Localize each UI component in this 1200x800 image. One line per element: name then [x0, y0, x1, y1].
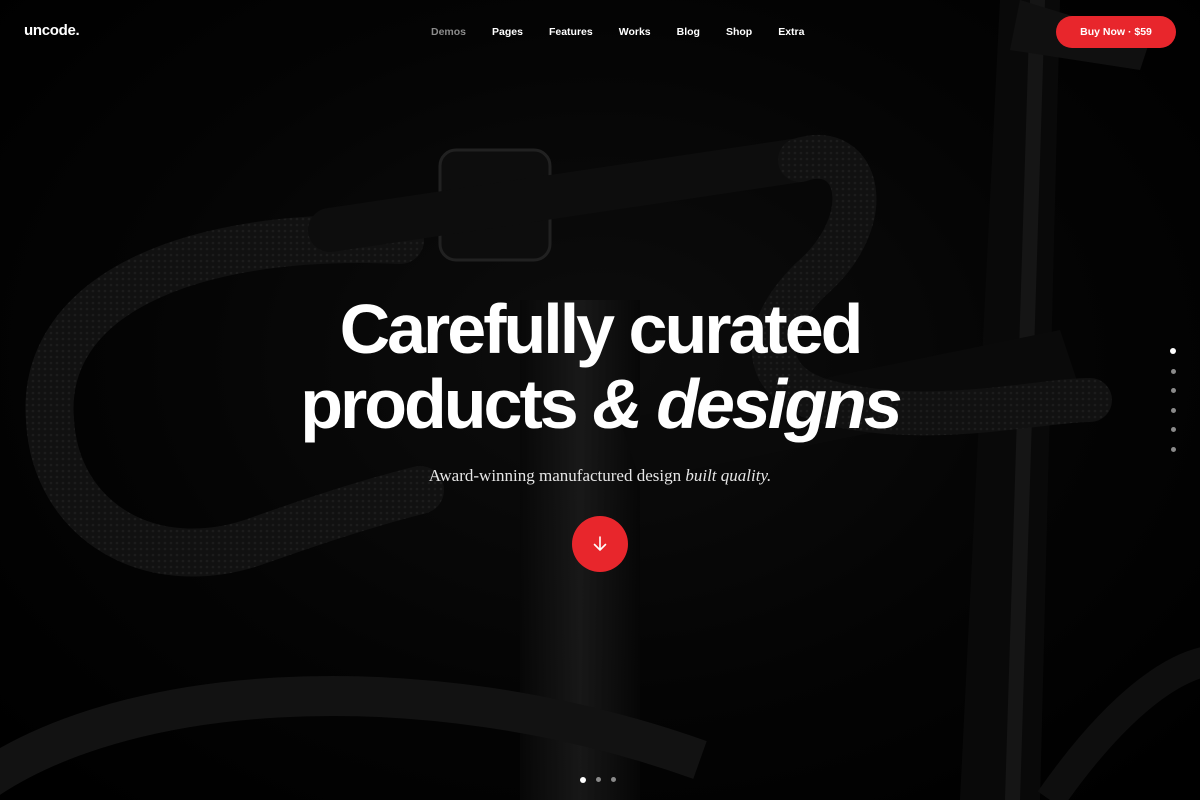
- nav-item-extra[interactable]: Extra: [765, 24, 817, 40]
- subtitle-emphasis: built quality.: [685, 466, 772, 485]
- hero-subtitle: Award-winning manufactured design built …: [0, 466, 1200, 486]
- side-dot[interactable]: [1170, 407, 1176, 413]
- nav-item-shop[interactable]: Shop: [713, 24, 765, 40]
- side-dot[interactable]: [1170, 368, 1176, 374]
- slide-dot[interactable]: [596, 777, 601, 782]
- nav-item-features[interactable]: Features: [536, 24, 606, 40]
- hero-headline: Carefully curated products & designs: [0, 292, 1200, 442]
- site-header: uncode. Demos Pages Features Works Blog …: [0, 0, 1200, 64]
- brand-logo[interactable]: uncode.: [24, 22, 80, 39]
- side-dot[interactable]: [1170, 388, 1176, 393]
- scroll-down-button[interactable]: [572, 516, 628, 572]
- headline-line-1: Carefully curated: [339, 290, 864, 368]
- headline-accent: & designs: [592, 365, 903, 443]
- slider-pagination: [580, 776, 616, 783]
- arrow-down-icon: [593, 536, 607, 551]
- subtitle-plain: Award-winning manufactured design: [428, 466, 686, 485]
- nav-item-blog[interactable]: Blog: [664, 24, 713, 40]
- nav-item-demos[interactable]: Demos: [418, 24, 479, 40]
- nav-item-pages[interactable]: Pages: [479, 24, 536, 40]
- slide-dot[interactable]: [611, 777, 616, 782]
- side-dot[interactable]: [1170, 427, 1176, 432]
- buy-now-button[interactable]: Buy Now · $59: [1056, 16, 1176, 48]
- side-dot[interactable]: [1170, 446, 1176, 452]
- nav-item-works[interactable]: Works: [606, 24, 664, 40]
- headline-plain: products: [300, 365, 593, 443]
- side-pagination: [1168, 348, 1178, 466]
- headline-line-2: products & designs: [0, 367, 1200, 442]
- main-nav: Demos Pages Features Works Blog Shop Ext…: [418, 24, 817, 40]
- slide-dot[interactable]: [580, 776, 586, 783]
- side-dot[interactable]: [1170, 348, 1176, 354]
